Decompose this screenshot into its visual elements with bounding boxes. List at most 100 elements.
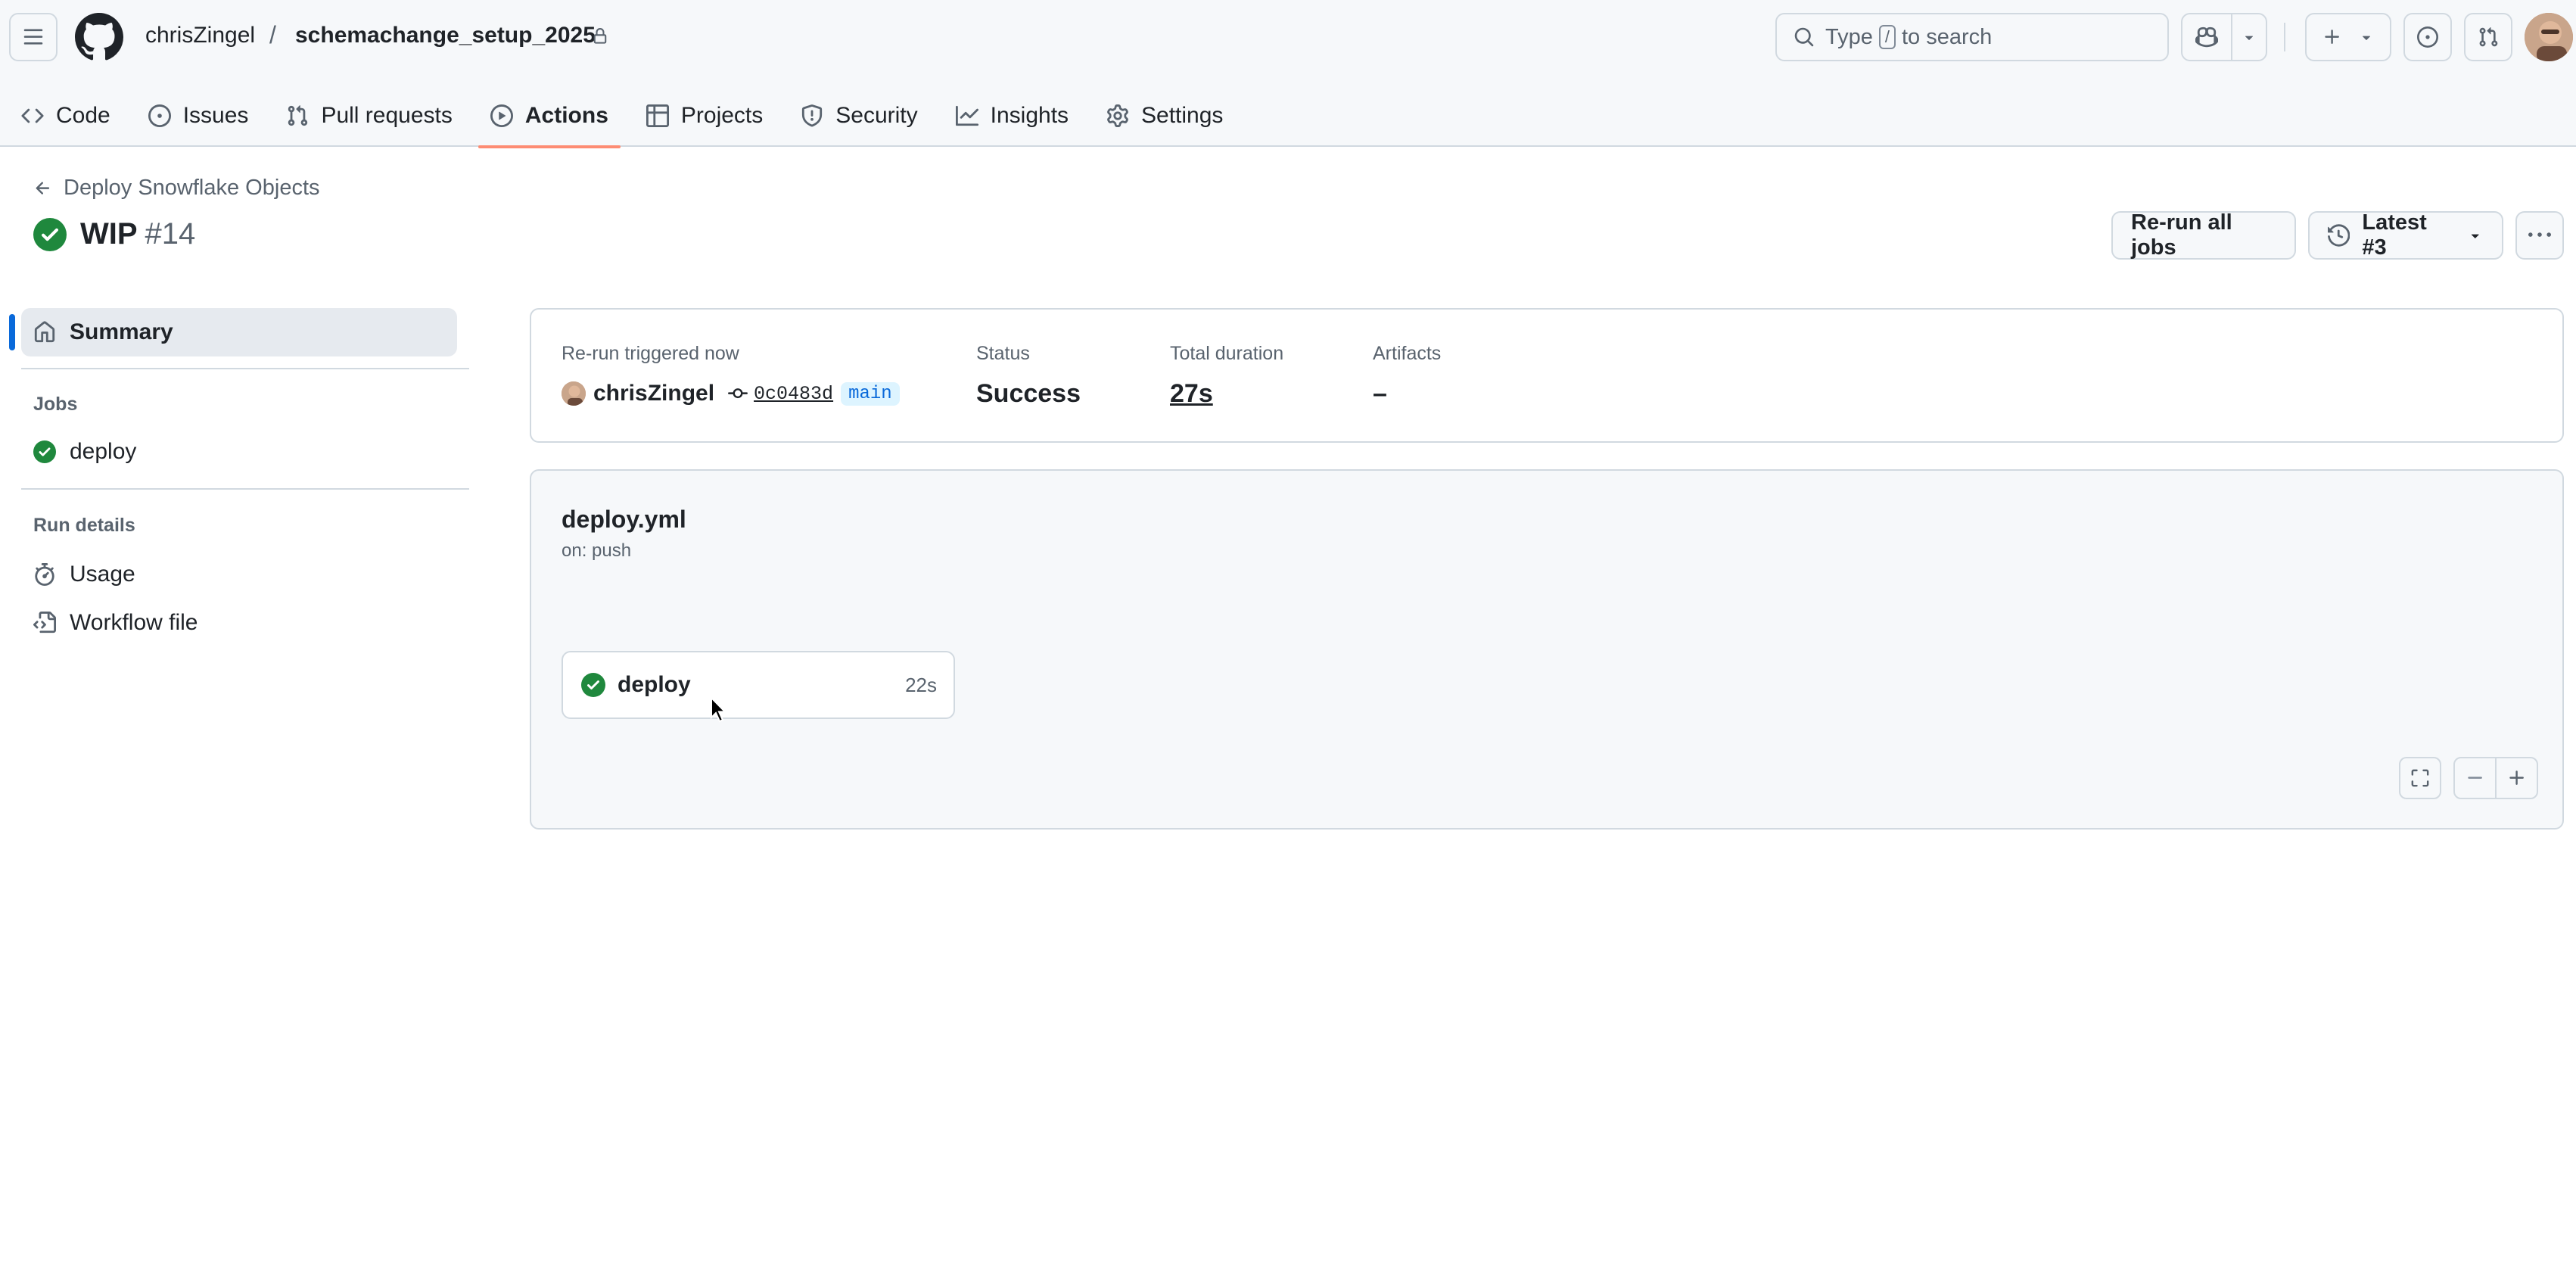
dash-icon [2467,777,2482,779]
run-summary-card: Re-run triggered now chrisZingel 0c0483d… [530,308,2564,443]
more-actions-button[interactable] [2515,211,2564,260]
avatar-image [2525,13,2573,61]
tab-security[interactable]: Security [789,85,929,147]
branch-badge[interactable]: main [841,381,900,406]
table-icon [646,104,669,127]
screen-full-icon [2411,769,2429,787]
copilot-dropdown-button[interactable] [2231,14,2266,60]
artifacts-label: Artifacts [1373,343,1442,364]
hamburger-icon [23,29,43,45]
workflow-graph: deploy.yml on: push deploy 22s [530,469,2564,830]
rerun-all-jobs-label: Re-run all jobs [2131,210,2232,260]
status-label: Status [976,343,1030,364]
workflow-name: Deploy Snowflake Objects [64,176,320,200]
sidebar-jobs-heading: Jobs [33,394,78,415]
arrow-left-icon [36,181,50,195]
gear-icon [1107,104,1128,127]
sidebar-item-job-deploy[interactable]: deploy [33,439,136,465]
trigger-info: chrisZingel 0c0483d main [562,381,900,406]
check-circle-fill-icon [33,217,67,251]
tab-projects-label: Projects [680,103,764,128]
attempt-label: Latest #3 [2362,210,2427,260]
fullscreen-button[interactable] [2399,757,2441,799]
job-duration: 22s [905,673,937,696]
duration-label: Total duration [1170,343,1284,364]
tab-actions[interactable]: Actions [478,85,621,148]
job-name: deploy [618,672,691,697]
github-logo-icon[interactable] [75,13,123,61]
sidebar-divider [21,368,469,369]
file-code-icon [33,612,56,633]
code-icon [21,108,44,123]
shield-icon [802,104,823,127]
tab-pull-requests[interactable]: Pull requests [274,85,464,147]
header-divider [2284,23,2285,51]
actor-avatar[interactable] [562,381,586,406]
breadcrumb-repo-link[interactable]: schemachange_setup_2025 [295,23,596,48]
home-icon [34,321,55,343]
search-placeholder-prefix: Type [1825,24,1873,49]
copilot-icon [2195,26,2218,48]
triangle-down-icon [2362,36,2370,40]
breadcrumb-owner-link[interactable]: chrisZingel [145,23,255,48]
commit-sha-link[interactable]: 0c0483d [754,383,833,405]
sidebar-item-summary-label: Summary [70,319,173,344]
back-to-workflow-link[interactable]: Deploy Snowflake Objects [33,176,320,201]
git-commit-icon [728,388,748,399]
tab-issues[interactable]: Issues [136,85,261,147]
graph-icon [955,105,978,126]
sidebar-job-label: deploy [70,439,137,464]
sidebar-item-workflow-file[interactable]: Workflow file [33,610,198,636]
user-avatar[interactable] [2525,13,2573,61]
tab-code[interactable]: Code [9,85,123,147]
triangle-down-icon [2245,36,2254,40]
check-circle-fill-icon [581,673,605,697]
tab-insights-label: Insights [990,103,1069,128]
copilot-button[interactable] [2182,14,2231,60]
job-node-deploy[interactable]: deploy 22s [562,651,955,719]
zoom-in-button[interactable] [2495,758,2537,798]
zoom-controls [2453,757,2538,799]
tab-code-label: Code [56,103,110,128]
actor-link[interactable]: chrisZingel [593,381,714,406]
sidebar-item-workflow-file-label: Workflow file [70,610,198,635]
tab-settings-label: Settings [1141,103,1224,128]
workflow-trigger: on: push [562,540,632,561]
tab-security-label: Security [835,103,918,128]
run-number: #14 [145,217,196,251]
repo-nav: Code Issues Pull requests Actions Projec… [0,85,1249,148]
attempt-selector-button[interactable]: Latest #3 [2308,210,2503,260]
tab-pull-requests-label: Pull requests [321,103,453,128]
your-pull-requests-button[interactable] [2464,13,2512,61]
kebab-horizontal-icon [2528,232,2551,237]
triangle-down-icon [2472,234,2480,238]
lock-icon [593,28,607,44]
tab-settings[interactable]: Settings [1094,85,1235,147]
search-input[interactable]: Type / to search [1775,13,2169,61]
rerun-all-jobs-button[interactable]: Re-run all jobs [2111,210,2296,260]
search-shortcut-key: / [1878,25,1896,49]
tab-insights[interactable]: Insights [944,85,1081,147]
active-indicator [9,314,15,350]
avatar-image [562,381,586,406]
app-header: chrisZingel / schemachange_setup_2025 Ty… [0,0,2576,148]
your-issues-button[interactable] [2403,13,2452,61]
sidebar-item-usage-label: Usage [70,562,135,587]
copilot-button-group [2181,13,2267,61]
tab-issues-label: Issues [182,103,249,128]
issue-opened-icon [2417,26,2438,48]
play-icon [490,104,513,127]
stopwatch-icon [35,563,54,586]
sidebar-item-summary[interactable]: Summary [9,308,457,356]
create-new-button[interactable] [2305,13,2391,61]
open-menu-button[interactable] [9,13,58,61]
duration-link[interactable]: 27s [1170,379,1213,409]
workflow-file-name: deploy.yml [562,506,686,533]
tab-projects[interactable]: Projects [634,85,775,147]
status-value: Success [976,379,1081,408]
tab-actions-label: Actions [524,103,608,128]
trigger-label: Re-run triggered now [562,343,739,364]
search-icon [1794,27,1814,47]
zoom-out-button[interactable] [2455,758,2495,798]
sidebar-item-usage[interactable]: Usage [33,562,135,587]
